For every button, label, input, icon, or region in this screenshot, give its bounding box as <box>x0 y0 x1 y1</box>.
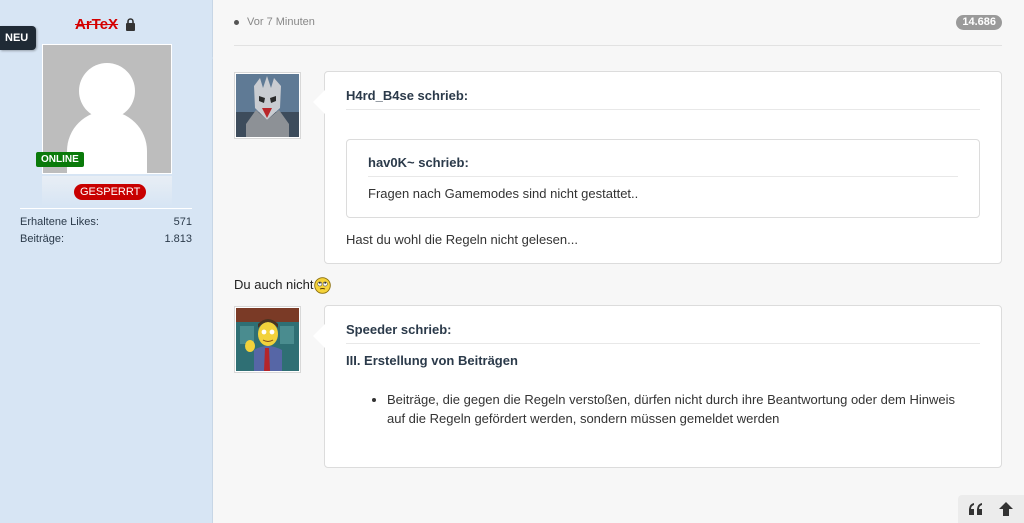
stat-posts-label: Beiträge: <box>20 233 65 245</box>
quote-notch <box>313 324 325 348</box>
quote-text-1: Hast du wohl die Regeln nicht gelesen... <box>346 232 578 247</box>
post-time[interactable]: Vor 7 Minuten <box>247 16 315 28</box>
nested-quote-text: Fragen nach Gamemodes sind nicht gestatt… <box>368 186 639 201</box>
quote-notch <box>313 90 325 114</box>
stat-likes-value: 571 <box>173 216 192 228</box>
banned-badge: GESPERRT <box>74 184 147 200</box>
meta-bullet <box>234 20 239 25</box>
quote-author-2[interactable]: Speeder schrieb: <box>346 322 452 337</box>
author-username[interactable]: ArTeX <box>75 16 118 33</box>
forum-post: NEU ArTeX ONLINE GESPERRT Erhaltene Like… <box>0 0 1024 523</box>
lock-icon <box>126 18 135 31</box>
quote-divider <box>346 343 980 344</box>
online-badge: ONLINE <box>36 152 84 167</box>
rolleyes-smiley-icon <box>314 277 331 294</box>
reply-text: Du auch nicht <box>234 277 314 292</box>
cartoon-lawyer-avatar-image <box>236 308 299 371</box>
nested-quote-author[interactable]: hav0K~ schrieb: <box>368 155 469 170</box>
sidebar-pointer <box>194 40 213 76</box>
meta-divider <box>234 45 1002 46</box>
quote-author-1[interactable]: H4rd_B4se schrieb: <box>346 88 468 103</box>
rules-list: Beiträge, die gegen die Regeln verstoßen… <box>371 390 971 428</box>
stat-posts-value: 1.813 <box>164 233 192 245</box>
nested-quote: hav0K~ schrieb: Fragen nach Gamemodes si… <box>346 139 980 218</box>
knight-avatar-image <box>236 74 299 137</box>
post-counter-badge[interactable]: 14.686 <box>956 15 1002 30</box>
post-actions <box>958 495 1024 523</box>
stat-likes-label: Erhaltene Likes: <box>20 216 99 228</box>
stat-posts: Beiträge: 1.813 <box>20 231 192 248</box>
quote-block-2: Speeder schrieb: III. Erstellung von Bei… <box>313 305 1002 468</box>
quote-block-1: H4rd_B4se schrieb: hav0K~ schrieb: Frage… <box>313 71 1002 264</box>
quote-author-avatar[interactable] <box>234 306 301 373</box>
quote-icon[interactable] <box>968 501 984 517</box>
rules-list-item: Beiträge, die gegen die Regeln verstoßen… <box>387 390 971 428</box>
author-sidebar: NEU ArTeX ONLINE GESPERRT Erhaltene Like… <box>0 0 213 523</box>
post-content: Vor 7 Minuten 14.686 H4rd_B4se schrieb: … <box>214 0 1024 523</box>
new-badge: NEU <box>0 26 36 50</box>
author-stats: Erhaltene Likes: 571 Beiträge: 1.813 <box>20 208 192 248</box>
scroll-to-top-icon[interactable] <box>998 501 1014 517</box>
stat-likes: Erhaltene Likes: 571 <box>20 214 192 231</box>
rules-heading: III. Erstellung von Beiträgen <box>346 353 518 368</box>
quote-author-avatar[interactable] <box>234 72 301 139</box>
nested-quote-divider <box>368 176 958 177</box>
quote-divider <box>346 109 980 110</box>
